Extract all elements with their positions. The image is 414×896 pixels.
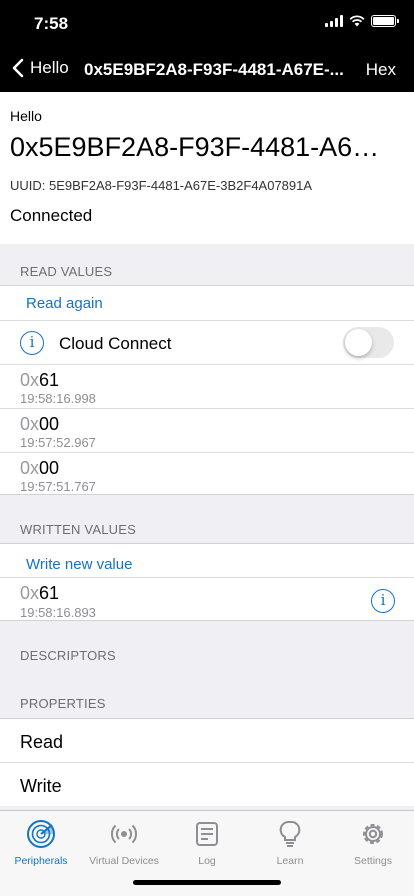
property-row: Write — [0, 763, 414, 807]
cloud-connect-toggle[interactable] — [343, 327, 394, 358]
tab-label: Virtual Devices — [89, 855, 159, 867]
characteristic-title: 0x5E9BF2A8-F93F-4481-A6… — [10, 132, 380, 162]
write-new-row[interactable]: Write new value — [0, 544, 414, 578]
home-indicator — [133, 880, 281, 885]
signal-icon — [325, 15, 343, 27]
uuid-label: UUID: 5E9BF2A8-F93F-4481-A67E-3B2F4A0789… — [10, 178, 313, 193]
radar-icon — [26, 819, 56, 849]
properties-group: Read Write — [0, 718, 414, 806]
back-label: Hello — [30, 58, 69, 77]
tab-learn[interactable]: Learn — [249, 819, 331, 867]
characteristic-header: Hello 0x5E9BF2A8-F93F-4481-A6… UUID: 5E9… — [0, 92, 414, 244]
read-values-group: Read again i Cloud Connect 0x61 19:58:16… — [0, 285, 414, 495]
chevron-left-icon — [12, 58, 24, 78]
read-timestamp: 19:57:52.967 — [20, 435, 96, 450]
tab-label: Peripherals — [14, 855, 68, 867]
value-prefix: 0x — [20, 414, 40, 434]
property-label: Read — [20, 732, 64, 752]
tab-label: Log — [198, 855, 216, 867]
read-value: 61 — [39, 370, 60, 390]
tab-settings[interactable]: Settings — [332, 819, 414, 867]
status-time: 7:58 — [34, 14, 69, 33]
info-icon[interactable]: i — [20, 331, 44, 355]
back-button[interactable]: Hello — [12, 58, 69, 78]
read-value: 00 — [39, 414, 60, 434]
cloud-connect-label: Cloud Connect — [59, 334, 172, 353]
written-values-group: Write new value 0x61 19:58:16.893 i — [0, 543, 414, 621]
nav-title: 0x5E9BF2A8-F93F-4481-A67E-... — [84, 60, 344, 79]
lightbulb-icon — [275, 819, 305, 849]
value-prefix: 0x — [20, 370, 40, 390]
read-values-header: READ VALUES — [20, 264, 113, 279]
battery-icon — [371, 15, 399, 27]
value-prefix: 0x — [20, 583, 40, 603]
log-icon — [192, 819, 222, 849]
property-row: Read — [0, 719, 414, 763]
top-bar: 7:58 Hello 0x5E9BF2A8-F93F-4481-A67E-...… — [0, 0, 414, 92]
write-new-value-link[interactable]: Write new value — [26, 556, 132, 573]
read-value-row: 0x00 19:57:51.767 — [0, 453, 414, 495]
tab-peripherals[interactable]: Peripherals — [0, 819, 82, 867]
tab-label: Learn — [276, 855, 304, 867]
read-value-row: 0x00 19:57:52.967 — [0, 409, 414, 453]
gear-icon — [358, 819, 388, 849]
tab-log[interactable]: Log — [166, 819, 248, 867]
read-value-row: 0x61 19:58:16.998 — [0, 365, 414, 409]
broadcast-icon — [109, 819, 139, 849]
navigation-bar: Hello 0x5E9BF2A8-F93F-4481-A67E-... Hex — [0, 52, 414, 90]
hex-button[interactable]: Hex — [366, 60, 396, 80]
properties-header: PROPERTIES — [20, 696, 106, 711]
status-icons — [325, 15, 399, 27]
written-value: 61 — [39, 583, 60, 603]
read-value: 00 — [39, 458, 60, 478]
read-again-link[interactable]: Read again — [26, 295, 103, 312]
wifi-icon — [349, 15, 365, 27]
written-timestamp: 19:58:16.893 — [20, 605, 96, 620]
value-prefix: 0x — [20, 458, 40, 478]
tab-label: Settings — [354, 855, 392, 867]
tab-virtual-devices[interactable]: Virtual Devices — [83, 819, 165, 867]
written-value-row: 0x61 19:58:16.893 i — [0, 578, 414, 621]
property-label: Write — [20, 776, 62, 796]
written-values-header: WRITTEN VALUES — [20, 522, 136, 537]
info-icon[interactable]: i — [371, 589, 395, 613]
peripheral-name: Hello — [10, 108, 42, 124]
cloud-connect-row: i Cloud Connect — [0, 321, 414, 365]
read-again-row[interactable]: Read again — [0, 286, 414, 321]
connection-status: Connected — [10, 206, 93, 225]
read-timestamp: 19:58:16.998 — [20, 391, 96, 406]
descriptors-header: DESCRIPTORS — [20, 648, 116, 663]
read-timestamp: 19:57:51.767 — [20, 479, 96, 494]
